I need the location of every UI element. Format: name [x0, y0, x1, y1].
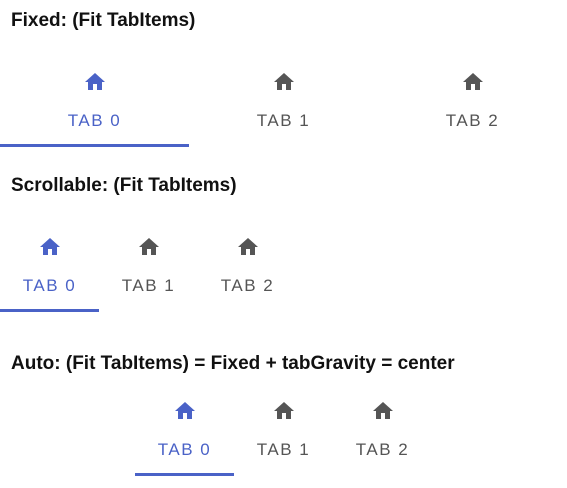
scrollable-tab-0[interactable]: TAB 0 [0, 229, 99, 313]
home-icon [38, 235, 62, 259]
home-icon [272, 70, 296, 94]
fixed-tab-0[interactable]: TAB 0 [0, 64, 189, 148]
home-icon [371, 399, 395, 423]
scrollable-tab-1-label: TAB 1 [121, 276, 176, 295]
home-icon [173, 399, 197, 423]
scrollable-tab-indicator [0, 309, 99, 312]
fixed-tab-0-label: TAB 0 [67, 111, 122, 130]
home-icon [461, 70, 485, 94]
auto-tab-bar: TAB 0 TAB 1 TAB 2 [0, 393, 567, 477]
fixed-section-title: Fixed: (Fit TabItems) [11, 10, 196, 31]
auto-tab-0[interactable]: TAB 0 [135, 393, 234, 477]
auto-tab-indicator [135, 473, 234, 476]
auto-tab-0-label: TAB 0 [157, 440, 212, 459]
fixed-tab-2[interactable]: TAB 2 [378, 64, 567, 148]
home-icon [137, 235, 161, 259]
fixed-tab-indicator [0, 144, 189, 147]
auto-tab-2[interactable]: TAB 2 [333, 393, 432, 477]
home-icon [83, 70, 107, 94]
scrollable-section-title: Scrollable: (Fit TabItems) [11, 175, 237, 196]
home-icon [236, 235, 260, 259]
fixed-tab-1[interactable]: TAB 1 [189, 64, 378, 148]
auto-section-title: Auto: (Fit TabItems) = Fixed + tabGravit… [11, 353, 455, 374]
fixed-tab-bar: TAB 0 TAB 1 TAB 2 [0, 64, 567, 148]
fixed-tab-2-label: TAB 2 [445, 111, 500, 130]
auto-tab-2-label: TAB 2 [355, 440, 410, 459]
scrollable-tab-2[interactable]: TAB 2 [198, 229, 297, 313]
scrollable-tab-bar: TAB 0 TAB 1 TAB 2 [0, 229, 567, 313]
scrollable-tab-1[interactable]: TAB 1 [99, 229, 198, 313]
scrollable-tab-2-label: TAB 2 [220, 276, 275, 295]
fixed-tab-1-label: TAB 1 [256, 111, 311, 130]
auto-tab-1-label: TAB 1 [256, 440, 311, 459]
auto-tab-1[interactable]: TAB 1 [234, 393, 333, 477]
home-icon [272, 399, 296, 423]
scrollable-tab-0-label: TAB 0 [22, 276, 77, 295]
